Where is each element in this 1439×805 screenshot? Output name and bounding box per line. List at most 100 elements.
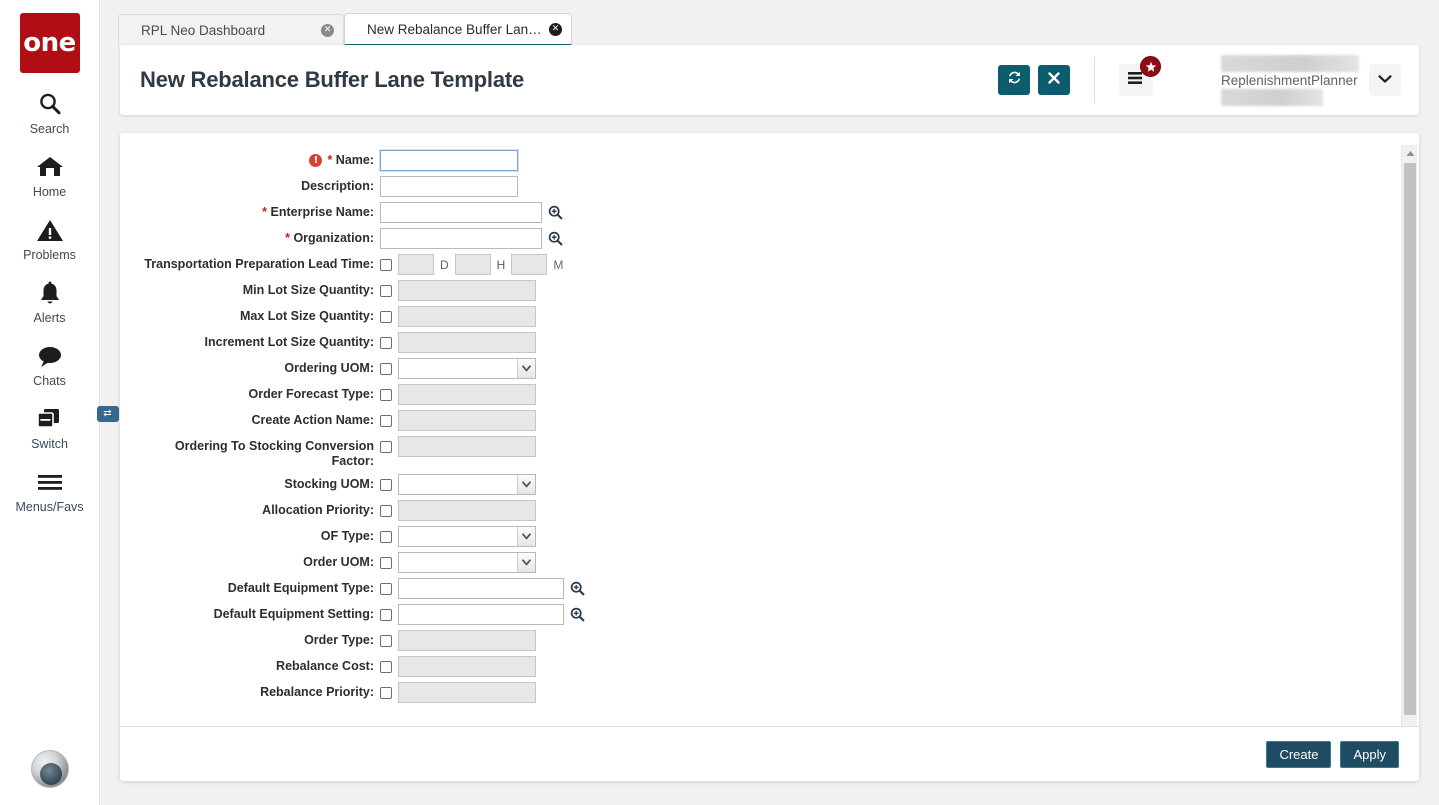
form-panel: ! * Name: Description: * Enterprise Name: * … bbox=[120, 133, 1419, 781]
sidebar-item-chats[interactable]: Chats bbox=[0, 325, 100, 388]
field-enable-checkbox[interactable] bbox=[380, 582, 392, 595]
hamburger-icon bbox=[36, 467, 64, 497]
magnifier-plus-icon[interactable] bbox=[548, 231, 563, 246]
field-label-description: Description: bbox=[140, 175, 380, 194]
duration-input-h[interactable] bbox=[454, 254, 491, 275]
field-enable-checkbox[interactable] bbox=[380, 556, 392, 569]
field-label-create-action-name: Create Action Name: bbox=[140, 409, 380, 428]
chevron-down-icon[interactable] bbox=[517, 475, 535, 494]
dropdown-ordering-uom[interactable] bbox=[398, 358, 536, 379]
form-fields: ! * Name: Description: * Enterprise Name: * … bbox=[120, 149, 1419, 703]
chevron-down-icon[interactable] bbox=[517, 359, 535, 378]
input-rebalance-priority[interactable] bbox=[398, 682, 536, 703]
switch-badge-icon[interactable]: ⇄ bbox=[96, 406, 119, 422]
input-min-lot-size-quantity[interactable] bbox=[398, 280, 536, 301]
field-label-rebalance-cost: Rebalance Cost: bbox=[140, 655, 380, 674]
input-allocation-priority[interactable] bbox=[398, 500, 536, 521]
vertical-scrollbar[interactable] bbox=[1401, 145, 1417, 726]
refresh-button[interactable] bbox=[998, 65, 1030, 95]
field-enable-checkbox[interactable] bbox=[380, 660, 392, 673]
dropdown-order-uom[interactable] bbox=[398, 552, 536, 573]
field-enable-checkbox[interactable] bbox=[380, 478, 392, 491]
duration-input-d[interactable] bbox=[398, 254, 434, 275]
one-logo[interactable]: one bbox=[19, 13, 80, 73]
input-max-lot-size-quantity[interactable] bbox=[398, 306, 536, 327]
sidebar-item-home[interactable]: Home bbox=[0, 136, 100, 199]
sidebar-item-search[interactable]: Search bbox=[0, 73, 100, 136]
field-label-transportation-preparation-lead-time: Transportation Preparation Lead Time: bbox=[140, 253, 380, 272]
input-default-equipment-type[interactable] bbox=[398, 578, 564, 599]
user-profile[interactable]: ReplenishmentPlanner bbox=[1221, 54, 1401, 106]
field-label-text: OF Type: bbox=[320, 529, 374, 543]
input-name[interactable] bbox=[379, 149, 519, 172]
field-enable-checkbox[interactable] bbox=[380, 686, 392, 699]
sidebar-item-alerts[interactable]: Alerts bbox=[0, 262, 100, 325]
field-enable-checkbox[interactable] bbox=[380, 530, 392, 543]
input-order-type[interactable] bbox=[398, 630, 536, 651]
magnifier-plus-icon[interactable] bbox=[570, 607, 585, 622]
input-default-equipment-setting[interactable] bbox=[398, 604, 564, 625]
input-order-forecast-type[interactable] bbox=[398, 384, 536, 405]
field-enable-checkbox[interactable] bbox=[380, 258, 392, 271]
field-enable-checkbox[interactable] bbox=[380, 608, 392, 621]
form-row: Create Action Name: bbox=[140, 409, 1419, 431]
create-button[interactable]: Create bbox=[1266, 740, 1332, 768]
warning-triangle-icon bbox=[36, 215, 64, 245]
caret-down-icon[interactable] bbox=[1402, 721, 1418, 726]
field-enable-checkbox[interactable] bbox=[380, 388, 392, 401]
input-create-action-name[interactable] bbox=[398, 410, 536, 431]
user-role-label: ReplenishmentPlanner bbox=[1221, 72, 1358, 88]
close-page-button[interactable] bbox=[1038, 65, 1070, 95]
field-enable-checkbox[interactable] bbox=[380, 284, 392, 297]
field-control bbox=[380, 629, 536, 651]
field-enable-checkbox[interactable] bbox=[380, 440, 392, 453]
input-increment-lot-size-quantity[interactable] bbox=[398, 332, 536, 353]
context-menu-button[interactable] bbox=[1119, 56, 1161, 96]
close-icon[interactable]: ✕ bbox=[549, 22, 562, 36]
tab-new-rebalance-buffer-lane-template[interactable]: New Rebalance Buffer Lane Tem... ✕ bbox=[344, 13, 572, 46]
form-row: Default Equipment Setting: bbox=[140, 603, 1419, 625]
sidebar-item-label: Alerts bbox=[33, 311, 66, 325]
avatar-container[interactable] bbox=[0, 750, 100, 788]
form-row: Description: bbox=[140, 175, 1419, 197]
field-label-enterprise-name: * Enterprise Name: bbox=[140, 201, 380, 220]
close-icon[interactable]: ✕ bbox=[321, 23, 334, 37]
input-enterprise-name[interactable] bbox=[380, 202, 542, 223]
input-description[interactable] bbox=[380, 176, 518, 197]
field-enable-checkbox[interactable] bbox=[380, 336, 392, 349]
field-label-allocation-priority: Allocation Priority: bbox=[140, 499, 380, 518]
magnifier-plus-icon[interactable] bbox=[548, 205, 563, 220]
field-enable-checkbox[interactable] bbox=[380, 414, 392, 427]
field-enable-checkbox[interactable] bbox=[380, 362, 392, 375]
form-row: Min Lot Size Quantity: bbox=[140, 279, 1419, 301]
form-row: Ordering UOM: bbox=[140, 357, 1419, 379]
field-control bbox=[380, 577, 585, 599]
sidebar-item-menus-favs[interactable]: Menus/Favs bbox=[0, 451, 100, 514]
dropdown-stocking-uom[interactable] bbox=[398, 474, 536, 495]
field-control bbox=[380, 603, 585, 625]
field-enable-checkbox[interactable] bbox=[380, 634, 392, 647]
duration-input-m[interactable] bbox=[511, 254, 548, 275]
field-label-text: Increment Lot Size Quantity: bbox=[204, 335, 374, 349]
field-enable-checkbox[interactable] bbox=[380, 310, 392, 323]
apply-button[interactable]: Apply bbox=[1340, 740, 1399, 768]
required-asterisk: * bbox=[327, 153, 333, 167]
avatar[interactable] bbox=[31, 750, 69, 788]
form-row: * Enterprise Name: bbox=[140, 201, 1419, 223]
tab-rpl-neo-dashboard[interactable]: RPL Neo Dashboard ✕ bbox=[118, 14, 344, 45]
sidebar-item-switch[interactable]: ⇄ Switch bbox=[0, 388, 119, 451]
field-label-text: Default Equipment Setting: bbox=[213, 607, 374, 621]
close-icon bbox=[1047, 71, 1061, 90]
dropdown-of-type[interactable] bbox=[398, 526, 536, 547]
chevron-down-icon[interactable] bbox=[517, 553, 535, 572]
caret-up-icon[interactable] bbox=[1402, 145, 1418, 161]
input-organization[interactable] bbox=[380, 228, 542, 249]
chevron-down-icon[interactable] bbox=[517, 527, 535, 546]
magnifier-plus-icon[interactable] bbox=[570, 581, 585, 596]
user-menu-button[interactable] bbox=[1369, 64, 1401, 96]
input-ordering-to-stocking-conversion-factor[interactable] bbox=[398, 436, 536, 457]
sidebar-item-problems[interactable]: Problems bbox=[0, 199, 100, 262]
input-rebalance-cost[interactable] bbox=[398, 656, 536, 677]
scrollbar-thumb[interactable] bbox=[1404, 163, 1416, 715]
field-enable-checkbox[interactable] bbox=[380, 504, 392, 517]
